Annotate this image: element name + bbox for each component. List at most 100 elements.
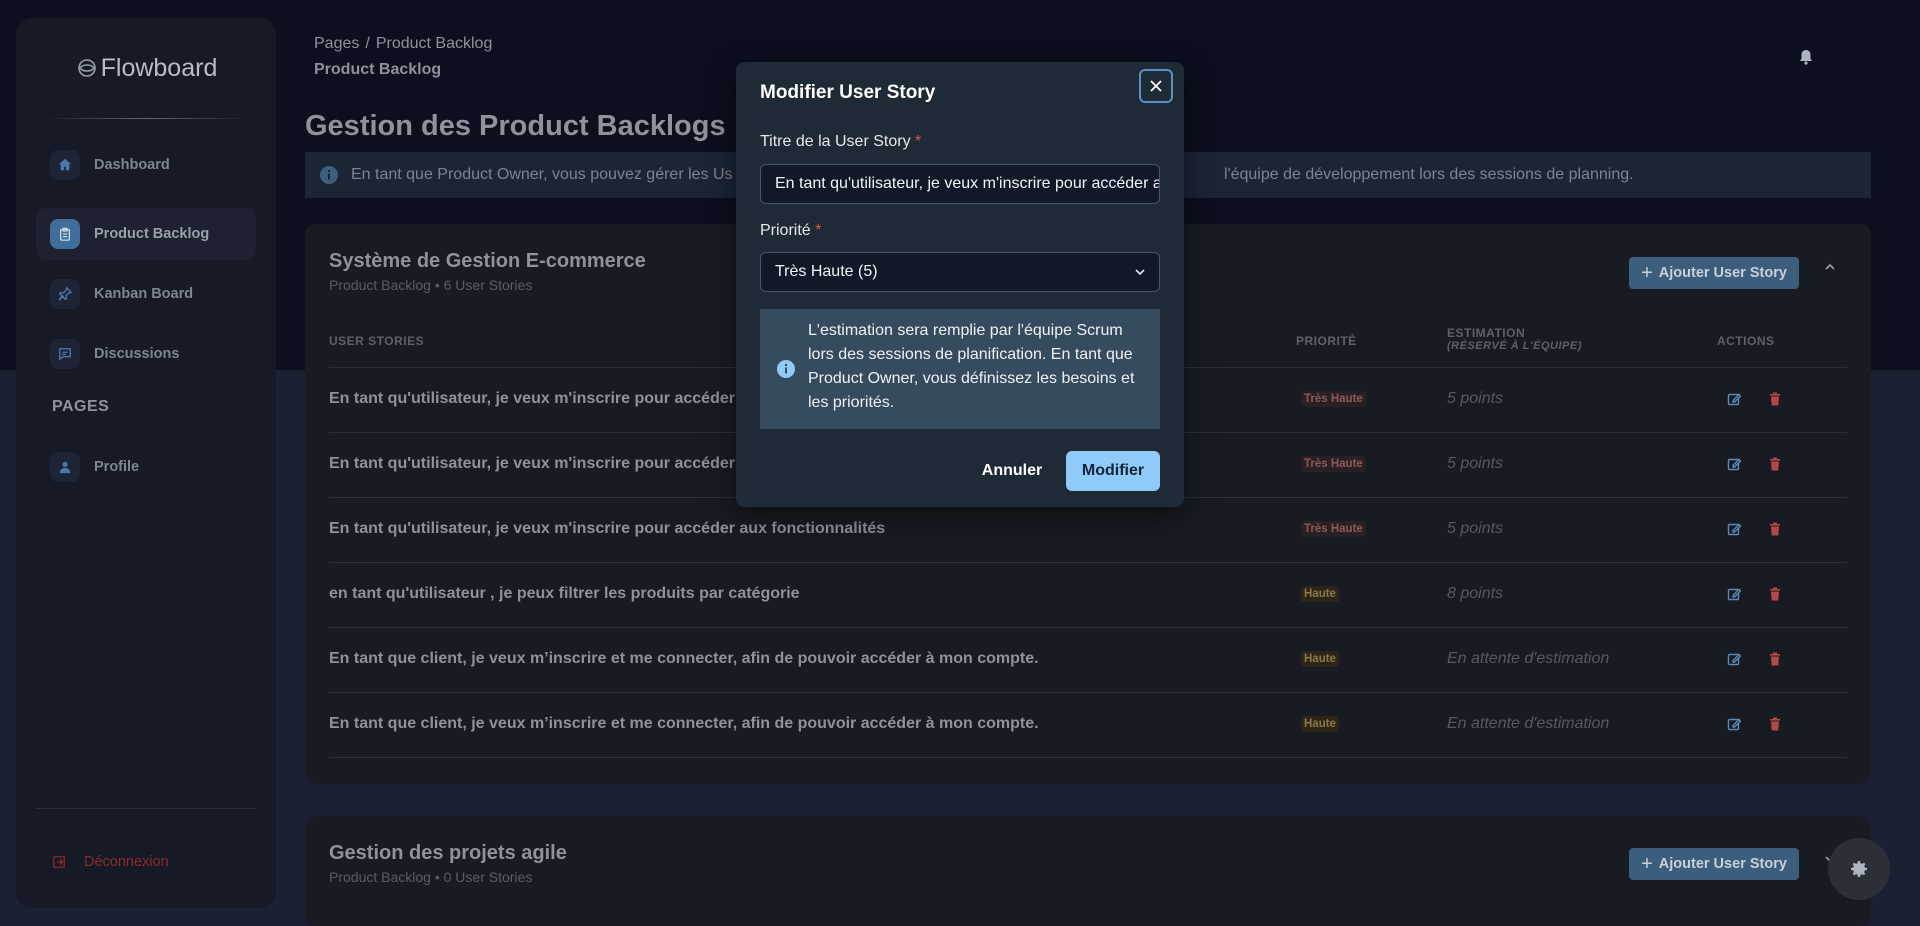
- estimation-value: En attente d'estimation: [1447, 715, 1610, 732]
- estimation-value: 5 points: [1447, 390, 1504, 407]
- user-story-text: En tant que client, je veux m’inscrire e…: [329, 650, 1039, 667]
- backlog-title: Gestion des projets agile: [329, 842, 567, 864]
- user-icon: [50, 452, 80, 482]
- sidebar-item-kanban-board[interactable]: Kanban Board: [36, 268, 256, 320]
- info-icon: [320, 166, 338, 184]
- chat-icon: [50, 339, 80, 369]
- edit-icon[interactable]: [1727, 587, 1742, 606]
- sidebar-item-label: Dashboard: [94, 157, 170, 173]
- required-mark: *: [815, 222, 822, 239]
- estimation-value: 5 points: [1447, 520, 1504, 537]
- brand-divider: [44, 118, 248, 119]
- priority-badge: Haute: [1301, 651, 1339, 667]
- required-mark: *: [915, 133, 922, 150]
- chevron-down-icon: [1135, 269, 1145, 276]
- user-story-text: En tant qu'utilisateur, je veux m'inscri…: [329, 520, 886, 537]
- gear-icon: [1851, 861, 1867, 877]
- add-user-story-label: Ajouter User Story: [1658, 265, 1787, 281]
- sidebar-item-discussions[interactable]: Discussions: [36, 328, 256, 380]
- delete-icon[interactable]: [1768, 522, 1782, 541]
- priority-field-label-text: Priorité: [760, 222, 811, 239]
- flow-logo-icon: [77, 59, 96, 77]
- brand-name: Flowboard: [100, 54, 218, 82]
- sidebar-item-product-backlog[interactable]: Product Backlog: [36, 208, 256, 260]
- user-story-text: en tant qu'utilisateur , je peux filtrer…: [329, 585, 800, 602]
- title-input-value: En tant qu'utilisateur, je veux m'inscri…: [775, 175, 1159, 192]
- priority-select[interactable]: Très Haute (5): [760, 252, 1160, 292]
- edit-icon[interactable]: [1727, 652, 1742, 671]
- add-user-story-button[interactable]: + Ajouter User Story: [1629, 848, 1799, 880]
- plus-icon: +: [1641, 262, 1653, 284]
- priority-badge: Haute: [1301, 716, 1339, 732]
- brand[interactable]: Flowboard: [16, 54, 276, 83]
- edit-icon[interactable]: [1727, 457, 1742, 476]
- estimation-value: En attente d'estimation: [1447, 650, 1610, 667]
- breadcrumb-page: Product Backlog: [375, 35, 493, 52]
- priority-badge: Très Haute: [1301, 521, 1366, 537]
- bell-icon[interactable]: [1799, 49, 1813, 70]
- sidebar-item-dashboard[interactable]: Dashboard: [36, 139, 256, 191]
- backlog-subtitle: Product Backlog • 6 User Stories: [329, 277, 533, 293]
- priority-select-value: Très Haute (5): [775, 263, 878, 280]
- delete-icon[interactable]: [1768, 457, 1782, 476]
- priority-field-label: Priorité *: [760, 222, 821, 240]
- estimation-info-box: L'estimation sera remplie par l'équipe S…: [760, 309, 1160, 429]
- title-field-label: Titre de la User Story *: [760, 133, 921, 151]
- add-user-story-button[interactable]: + Ajouter User Story: [1629, 257, 1799, 289]
- edit-user-story-modal: Modifier User Story Titre de la User Sto…: [736, 62, 1184, 507]
- estimation-info-text: L'estimation sera remplie par l'équipe S…: [808, 322, 1135, 411]
- sidebar-item-label: Profile: [94, 459, 140, 475]
- title-field-label-text: Titre de la User Story: [760, 133, 911, 150]
- home-icon: [50, 150, 80, 180]
- column-header-estimation-label: ESTIMATION: [1447, 326, 1526, 340]
- title-input[interactable]: En tant qu'utilisateur, je veux m'inscri…: [760, 164, 1160, 204]
- clipboard-icon: [50, 219, 80, 249]
- priority-badge: Très Haute: [1301, 456, 1366, 472]
- table-row: en tant qu'utilisateur , je peux filtrer…: [329, 562, 1847, 627]
- delete-icon[interactable]: [1768, 392, 1782, 411]
- pin-icon: [50, 279, 80, 309]
- edit-icon[interactable]: [1727, 522, 1742, 541]
- chevron-up-icon[interactable]: [1824, 260, 1836, 276]
- close-icon: [1150, 80, 1162, 92]
- delete-icon[interactable]: [1768, 587, 1782, 606]
- sidebar-item-label: Discussions: [94, 346, 180, 362]
- cancel-button[interactable]: Annuler: [972, 451, 1052, 491]
- priority-badge: Haute: [1301, 586, 1339, 602]
- edit-icon[interactable]: [1727, 717, 1742, 736]
- logout-label: Déconnexion: [84, 854, 169, 870]
- breadcrumb: Pages / Product Backlog: [314, 35, 492, 53]
- logout-icon: [53, 856, 65, 868]
- column-header-actions: ACTIONS: [1717, 334, 1775, 348]
- settings-button[interactable]: [1828, 838, 1890, 900]
- info-icon: [777, 360, 795, 378]
- priority-badge: Très Haute: [1301, 391, 1366, 407]
- breadcrumb-separator: /: [365, 35, 370, 52]
- estimation-value: 5 points: [1447, 455, 1504, 472]
- table-bottom-border: [329, 757, 1847, 758]
- logout-button[interactable]: Déconnexion: [52, 854, 169, 870]
- delete-icon[interactable]: [1768, 717, 1782, 736]
- plus-icon: +: [1641, 853, 1653, 875]
- sidebar-item-profile[interactable]: Profile: [36, 441, 256, 493]
- page-title: Gestion des Product Backlogs: [305, 110, 726, 142]
- estimation-value: 8 points: [1447, 585, 1504, 602]
- pages-heading: PAGES: [52, 398, 110, 415]
- column-header-estimation-note: (RÉSERVÉ À L'ÉQUIPE): [1447, 340, 1582, 352]
- close-button[interactable]: [1139, 69, 1173, 103]
- sidebar-divider: [36, 808, 256, 809]
- backlog-card: Gestion des projets agile Product Backlo…: [305, 816, 1871, 926]
- modify-button[interactable]: Modifier: [1066, 451, 1160, 491]
- table-row: En tant que client, je veux m’inscrire e…: [329, 627, 1847, 692]
- info-banner-text-left: En tant que Product Owner, vous pouvez g…: [351, 166, 733, 183]
- column-header-estimation: ESTIMATION (RÉSERVÉ À L'ÉQUIPE): [1447, 326, 1582, 352]
- breadcrumb-current: Product Backlog: [314, 61, 442, 78]
- column-header-stories: USER STORIES: [329, 334, 425, 348]
- edit-icon[interactable]: [1727, 392, 1742, 411]
- delete-icon[interactable]: [1768, 652, 1782, 671]
- column-header-priority: PRIORITÉ: [1296, 334, 1357, 348]
- table-row: En tant que client, je veux m’inscrire e…: [329, 692, 1847, 757]
- breadcrumb-root[interactable]: Pages: [314, 35, 359, 52]
- user-story-text: En tant qu'utilisateur, je veux m'inscri…: [329, 455, 735, 472]
- sidebar-item-label: Product Backlog: [94, 226, 210, 242]
